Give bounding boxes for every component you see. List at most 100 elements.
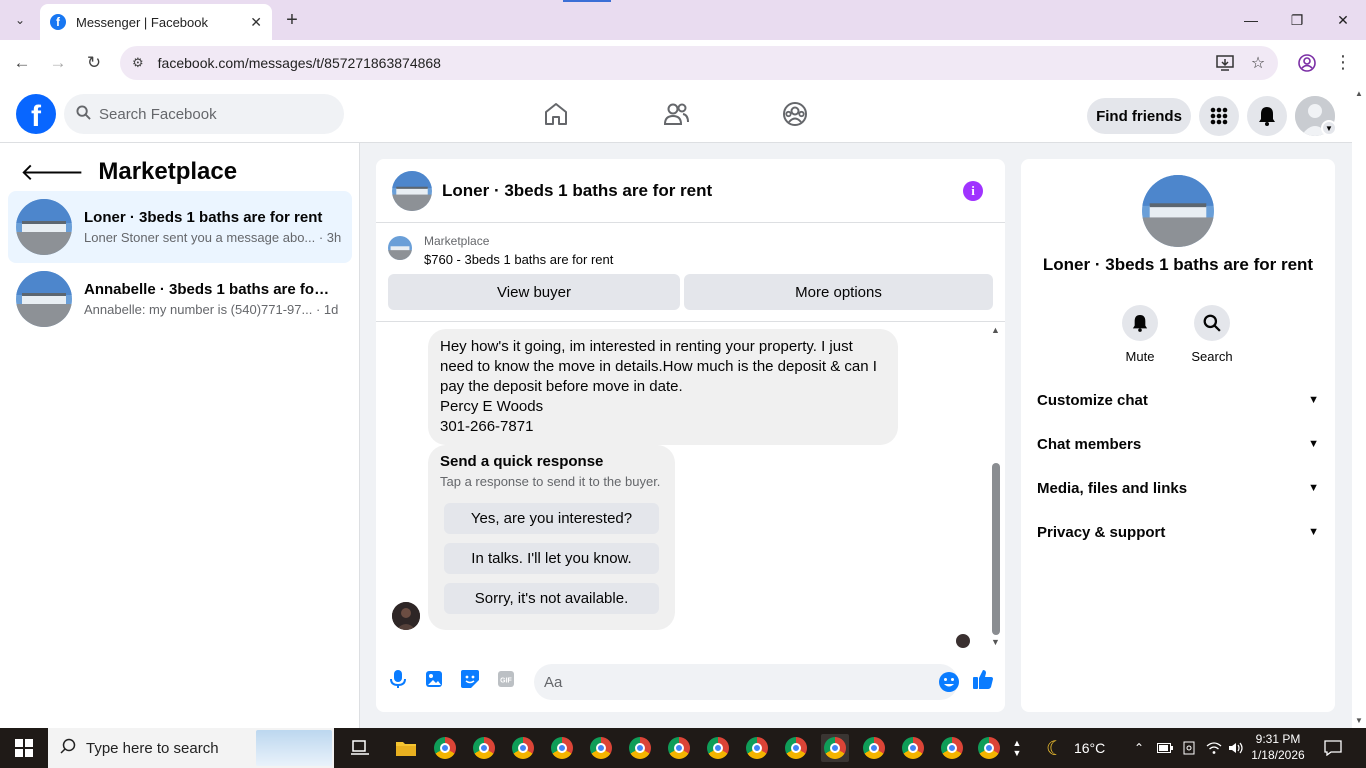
browser-menu-icon[interactable]: ⋮: [1334, 52, 1352, 73]
conversation-name: Annabelle · 3beds 1 baths are for r...: [84, 281, 334, 298]
chrome-profile-icon[interactable]: [665, 734, 693, 762]
wifi-icon[interactable]: [1206, 728, 1222, 768]
restore-icon[interactable]: ❐: [1274, 6, 1320, 34]
clock-date: 1/18/2026: [1251, 748, 1305, 762]
conversation-item[interactable]: Annabelle · 3beds 1 baths are for r... A…: [8, 263, 352, 335]
battery-icon[interactable]: [1157, 728, 1173, 768]
site-settings-icon[interactable]: ⚙: [132, 55, 144, 71]
microphone-icon[interactable]: [386, 667, 410, 691]
chrome-profile-icon[interactable]: [704, 734, 732, 762]
taskbar-search-text: Type here to search: [86, 739, 219, 757]
conversation-preview: Annabelle: my number is (540)771-97... ·…: [84, 302, 339, 317]
photo-icon[interactable]: [422, 667, 446, 691]
sender-avatar[interactable]: [392, 602, 420, 630]
scroll-up-icon[interactable]: ▲: [1355, 89, 1363, 98]
media-files-links-section[interactable]: Media, files and links ▼: [1037, 470, 1319, 506]
privacy-support-section[interactable]: Privacy & support ▼: [1037, 514, 1319, 550]
browser-tab-messenger[interactable]: f Messenger | Facebook ✕: [40, 4, 272, 40]
chrome-profile-icon[interactable]: [509, 734, 537, 762]
chat-title[interactable]: Loner · 3beds 1 baths are for rent: [442, 181, 712, 201]
gif-icon[interactable]: GIF: [494, 667, 518, 691]
chrome-profile-icon[interactable]: [626, 734, 654, 762]
scroll-down-icon[interactable]: ▼: [1355, 716, 1363, 725]
home-icon[interactable]: [542, 100, 570, 128]
more-options-button[interactable]: More options: [684, 274, 993, 310]
search-input[interactable]: [99, 105, 319, 123]
scroll-up-icon[interactable]: ▲: [991, 325, 1000, 335]
message-scrollbar[interactable]: ▲ ▼: [990, 323, 1002, 653]
minimize-icon[interactable]: —: [1228, 6, 1274, 34]
customize-chat-section[interactable]: Customize chat ▼: [1037, 382, 1319, 418]
chat-members-section[interactable]: Chat members ▼: [1037, 426, 1319, 462]
notifications-bell-icon[interactable]: [1247, 96, 1287, 136]
incoming-message-bubble[interactable]: Hey how's it going, im interested in ren…: [428, 329, 898, 445]
search-in-chat-button[interactable]: Search: [1182, 305, 1242, 364]
tab-search-dropdown-icon[interactable]: ⌄: [8, 8, 32, 32]
facebook-logo-icon[interactable]: f: [16, 94, 56, 134]
like-thumbs-up-icon[interactable]: [971, 667, 995, 691]
chrome-profile-icon[interactable]: [860, 734, 888, 762]
sticker-icon[interactable]: [458, 667, 482, 691]
taskbar-overflow-arrows-icon[interactable]: ▲ ▼: [1010, 728, 1024, 768]
file-explorer-icon[interactable]: [392, 734, 420, 762]
tab-close-icon[interactable]: ✕: [250, 14, 262, 31]
new-tab-icon[interactable]: +: [282, 8, 302, 32]
chat-info-panel: Loner · 3beds 1 baths are for rent Mute …: [1021, 159, 1335, 712]
taskbar-search[interactable]: Type here to search: [48, 728, 334, 768]
bookmark-star-icon[interactable]: ☆: [1243, 48, 1273, 78]
listing-thumbnail: [16, 199, 72, 255]
friends-icon[interactable]: [662, 100, 690, 128]
message-input[interactable]: [544, 673, 924, 691]
account-chevron-icon[interactable]: ▼: [1321, 120, 1337, 136]
task-view-icon[interactable]: [346, 734, 374, 762]
chevron-down-icon: ▼: [1308, 438, 1319, 450]
profile-icon[interactable]: [1292, 48, 1322, 78]
chrome-profile-icon[interactable]: [821, 734, 849, 762]
chrome-profile-icon[interactable]: [587, 734, 615, 762]
info-icon[interactable]: i: [963, 181, 983, 201]
mute-button[interactable]: Mute: [1110, 305, 1170, 364]
install-app-icon[interactable]: [1210, 48, 1240, 78]
taskbar-clock[interactable]: 9:31 PM 1/18/2026: [1248, 731, 1308, 763]
chrome-profile-icon[interactable]: [782, 734, 810, 762]
section-label: Privacy & support: [1037, 523, 1166, 541]
chrome-profile-icon[interactable]: [938, 734, 966, 762]
address-bar[interactable]: ⚙ facebook.com/messages/t/85727186387486…: [120, 46, 1278, 80]
quick-response-option[interactable]: Sorry, it's not available.: [444, 583, 659, 614]
menu-grid-icon[interactable]: [1199, 96, 1239, 136]
scroll-down-icon[interactable]: ▼: [991, 637, 1000, 647]
device-icon[interactable]: [1182, 728, 1196, 768]
facebook-search[interactable]: [64, 94, 344, 134]
chat-avatar[interactable]: [392, 170, 432, 211]
forward-arrow-icon[interactable]: →: [46, 51, 70, 75]
back-arrow-icon[interactable]: 🡐: [20, 157, 84, 187]
chrome-profile-icon[interactable]: [899, 734, 927, 762]
listing-title[interactable]: $760 - 3beds 1 baths are for rent: [424, 252, 613, 267]
notification-center-icon[interactable]: [1324, 728, 1342, 768]
reload-icon[interactable]: ↻: [82, 51, 106, 75]
chrome-profile-icon[interactable]: [470, 734, 498, 762]
back-arrow-icon[interactable]: ←: [10, 51, 34, 75]
quick-response-option[interactable]: Yes, are you interested?: [444, 503, 659, 534]
chat-info-avatar[interactable]: [1142, 175, 1214, 247]
scrollbar-thumb[interactable]: [992, 463, 1000, 635]
chrome-profile-icon[interactable]: [743, 734, 771, 762]
find-friends-button[interactable]: Find friends: [1087, 98, 1191, 134]
chrome-profile-icon[interactable]: [548, 734, 576, 762]
emoji-icon[interactable]: [938, 671, 960, 693]
message-input-box[interactable]: [534, 664, 960, 700]
weather-widget[interactable]: ☾ 16°C: [1046, 728, 1105, 768]
window-close-icon[interactable]: ✕: [1320, 6, 1366, 34]
view-buyer-button[interactable]: View buyer: [388, 274, 680, 310]
volume-icon[interactable]: [1228, 728, 1244, 768]
windows-start-icon[interactable]: [0, 728, 48, 768]
message-line: Percy E Woods: [440, 398, 544, 415]
bell-icon: [1122, 305, 1158, 341]
groups-icon[interactable]: [781, 100, 809, 128]
conversation-item[interactable]: Loner · 3beds 1 baths are for rent Loner…: [8, 191, 352, 263]
show-hidden-icons-icon[interactable]: ⌃: [1134, 728, 1144, 768]
page-scrollbar[interactable]: ▲ ▼: [1352, 86, 1366, 728]
quick-response-option[interactable]: In talks. I'll let you know.: [444, 543, 659, 574]
chrome-profile-icon[interactable]: [975, 734, 1003, 762]
chrome-icon[interactable]: [431, 734, 459, 762]
